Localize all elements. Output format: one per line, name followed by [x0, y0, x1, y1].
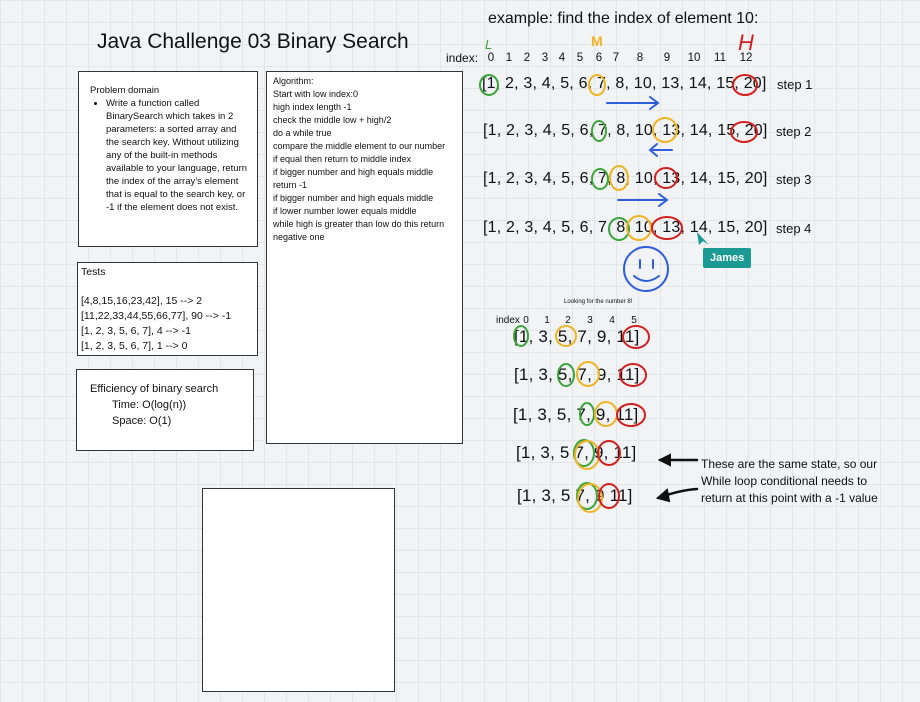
mid-circle-second-3 — [594, 401, 618, 427]
arrow-icon — [648, 143, 673, 157]
mid-circle-second-1 — [555, 325, 577, 347]
high-circle-step4 — [651, 216, 683, 240]
mid-circle-step3 — [609, 165, 629, 191]
low-circle-second-1 — [513, 325, 529, 347]
low-circle-second-2 — [557, 363, 575, 387]
low-circle-step3 — [591, 168, 609, 190]
high-circle-step1 — [732, 74, 758, 96]
mid-circle-step2 — [652, 117, 678, 143]
high-circle-second-1 — [622, 325, 650, 349]
smiley-icon — [623, 246, 669, 292]
arrow-icon — [606, 96, 660, 110]
mid-circle-step1 — [588, 74, 606, 96]
low-circle-step4 — [608, 217, 630, 241]
arrow-icon — [617, 193, 669, 207]
high-circle-second-3 — [616, 403, 646, 427]
high-circle-second-4 — [597, 440, 621, 466]
cursor-icon — [697, 232, 709, 245]
high-circle-step2 — [730, 121, 758, 143]
low-circle-step2 — [591, 120, 607, 142]
high-circle-step3 — [654, 167, 678, 189]
low-circle-step1 — [479, 74, 499, 96]
mid-circle-step4 — [626, 215, 652, 241]
low-circle-second-3 — [579, 402, 595, 426]
mid-circle-second-2 — [576, 361, 600, 387]
high-circle-second-2 — [619, 363, 647, 387]
arrow-icon — [655, 488, 671, 503]
arrow-icon — [657, 453, 671, 467]
annotation-layer — [479, 74, 758, 513]
